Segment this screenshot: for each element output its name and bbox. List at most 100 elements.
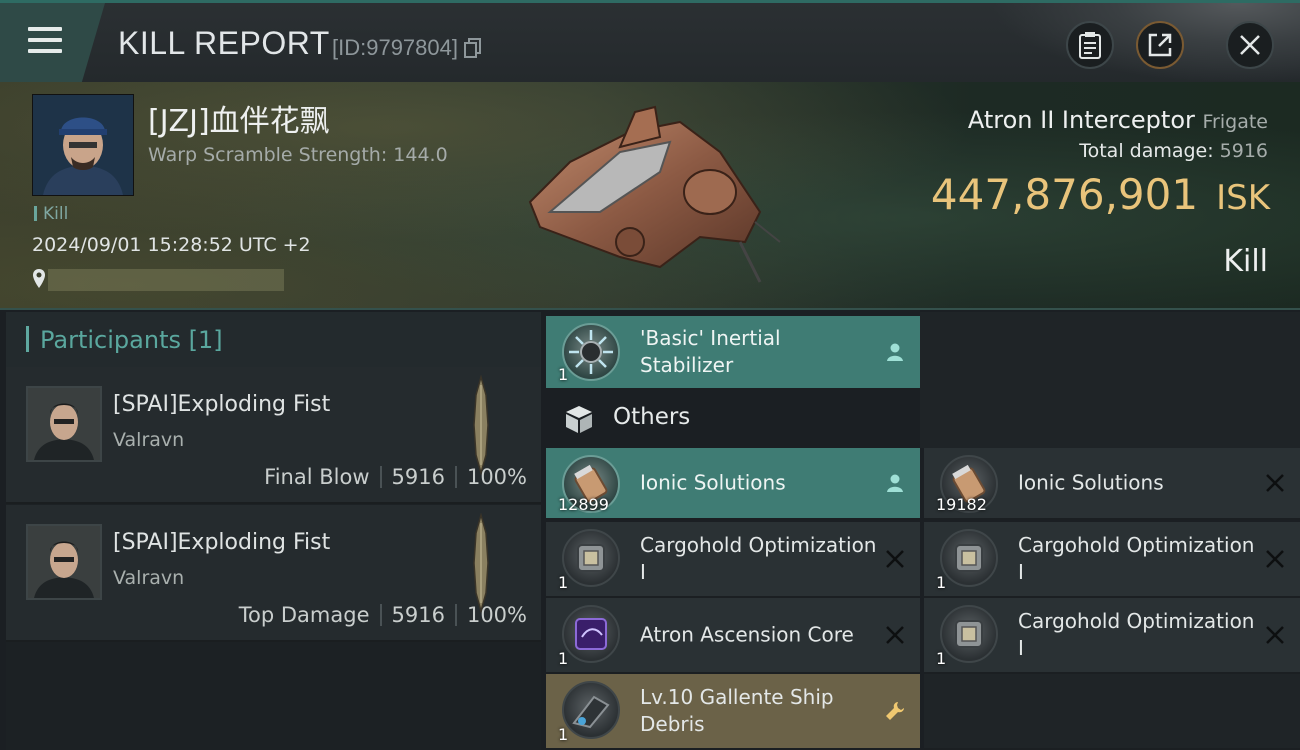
stats-divider: [379, 604, 382, 626]
participant-avatar[interactable]: [26, 386, 102, 462]
participant-name[interactable]: [SPAI]Exploding Fist: [113, 530, 330, 555]
ship-class: Frigate: [1202, 111, 1268, 133]
inertial-stabilizer-icon: [562, 323, 620, 381]
ship-render-image: [528, 105, 781, 283]
clipboard-button[interactable]: [1066, 21, 1114, 69]
title-bar: KILL REPORT [ID:9797804]: [0, 0, 1300, 83]
cargohold-optimization-icon: [940, 529, 998, 587]
total-damage-value: 5916: [1219, 140, 1268, 162]
item-name: Lv.10 Gallente Ship Debris: [640, 685, 834, 736]
item-quantity: 19182: [936, 495, 987, 514]
total-damage: Total damage: 5916: [1079, 140, 1268, 162]
report-id: [ID:9797804]: [332, 35, 482, 61]
others-label: Others: [613, 404, 691, 430]
participant-stats: Top Damage 5916 100%: [239, 603, 527, 627]
item-quantity: 1: [558, 365, 569, 384]
empty-item-slot: [924, 674, 1300, 750]
participant-name[interactable]: [SPAI]Exploding Fist: [113, 392, 330, 417]
kill-location[interactable]: [32, 266, 286, 292]
warp-scramble-strength: Warp Scramble Strength: 144.0: [148, 144, 448, 166]
participant-ship-image: [473, 513, 489, 613]
participant-percent: 100%: [466, 603, 527, 627]
kill-type-tag: Kill: [34, 204, 68, 224]
pilot-avatar-image: [33, 95, 133, 195]
item-tile[interactable]: 1 Cargohold Optimization I: [546, 522, 920, 598]
participants-count: [1]: [188, 326, 223, 354]
close-button[interactable]: [1226, 21, 1274, 69]
x-icon: [1266, 550, 1284, 568]
kill-tag-label: Kill: [43, 204, 69, 224]
participant-stats: Final Blow 5916 100%: [264, 465, 527, 489]
menu-button[interactable]: [0, 3, 105, 82]
ship-name[interactable]: Atron II Interceptor Frigate: [968, 106, 1268, 134]
item-tile[interactable]: 1 Cargohold Optimization I: [924, 598, 1300, 674]
participant-ship: Valravn: [113, 567, 185, 589]
item-name: Ionic Solutions: [1018, 470, 1164, 495]
stats-divider: [454, 466, 457, 488]
person-icon: [887, 474, 903, 492]
cargohold-optimization-icon: [940, 605, 998, 663]
item-tile[interactable]: 19182 Ionic Solutions: [924, 448, 1300, 520]
x-icon: [886, 626, 904, 644]
item-name: Ionic Solutions: [640, 470, 786, 495]
person-icon: [887, 343, 903, 361]
victim-banner: [JZJ]血伴花飘 Warp Scramble Strength: 144.0 …: [0, 82, 1300, 310]
participants-title: Participants [1]: [40, 326, 223, 354]
item-name: 'Basic' Inertial Stabilizer: [640, 326, 781, 377]
wrench-icon: [886, 702, 904, 720]
x-icon: [1266, 474, 1284, 492]
item-tile[interactable]: 1 'Basic' Inertial Stabilizer: [546, 316, 920, 390]
ship-name-text: Atron II Interceptor: [967, 106, 1195, 134]
item-name: Cargohold Optimization I: [1018, 533, 1255, 584]
item-tile[interactable]: 12899 Ionic Solutions: [546, 448, 920, 520]
report-id-text: [ID:9797804]: [332, 35, 458, 60]
participant-percent: 100%: [466, 465, 527, 489]
ship-debris-icon: [562, 681, 620, 739]
item-tile[interactable]: 1 Lv.10 Gallente Ship Debris: [546, 674, 920, 750]
participant-avatar[interactable]: [26, 524, 102, 600]
participants-title-text: Participants: [40, 326, 181, 354]
location-pin-icon: [33, 269, 45, 288]
participants-accent: [26, 326, 29, 352]
item-quantity: 1: [558, 573, 569, 592]
x-icon: [1266, 626, 1284, 644]
location-redacted-bar: [48, 269, 284, 291]
participant-damage: 5916: [391, 603, 445, 627]
total-damage-label: Total damage:: [1079, 140, 1214, 162]
stats-divider: [379, 466, 382, 488]
item-quantity: 1: [558, 725, 569, 744]
participant-ship: Valravn: [113, 429, 185, 451]
kill-tag-marker: [34, 206, 37, 221]
victim-pilot-name[interactable]: [JZJ]血伴花飘: [148, 96, 330, 140]
participant-damage: 5916: [391, 465, 445, 489]
item-tile[interactable]: 1 Cargohold Optimization I: [924, 522, 1300, 598]
kill-datetime: 2024/09/01 15:28:52 UTC +2: [32, 234, 311, 256]
others-section-header: Others: [546, 390, 920, 448]
cube-icon: [566, 406, 592, 433]
clipboard-icon: [1079, 32, 1101, 59]
item-tile[interactable]: 1 Atron Ascension Core: [546, 598, 920, 674]
menu-icon: [28, 27, 62, 60]
item-name: Cargohold Optimization I: [1018, 609, 1255, 660]
participant-role: Final Blow: [264, 465, 370, 489]
stats-divider: [454, 604, 457, 626]
participants-panel: Participants [1] [SPAI]Exploding Fist Va…: [6, 312, 541, 750]
participant-ship-image: [473, 375, 489, 475]
participant-row[interactable]: [SPAI]Exploding Fist Valravn Top Damage …: [6, 505, 541, 642]
participant-avatar-image: [28, 388, 100, 460]
share-button[interactable]: [1136, 21, 1184, 69]
item-quantity: 1: [936, 573, 947, 592]
cargohold-optimization-icon: [562, 529, 620, 587]
item-name: Atron Ascension Core: [640, 622, 854, 647]
page-title: KILL REPORT: [118, 25, 330, 61]
isk-amount: 447,876,901: [930, 170, 1199, 219]
victim-portrait[interactable]: [32, 94, 134, 196]
item-quantity: 1: [936, 649, 947, 668]
item-quantity: 1: [558, 649, 569, 668]
items-empty-area: [920, 312, 1300, 448]
isk-unit: ISK: [1216, 178, 1270, 218]
participant-role: Top Damage: [238, 603, 370, 627]
item-quantity: 12899: [558, 495, 609, 514]
copy-icon[interactable]: [464, 38, 482, 58]
participant-row[interactable]: [SPAI]Exploding Fist Valravn Final Blow …: [6, 367, 541, 504]
